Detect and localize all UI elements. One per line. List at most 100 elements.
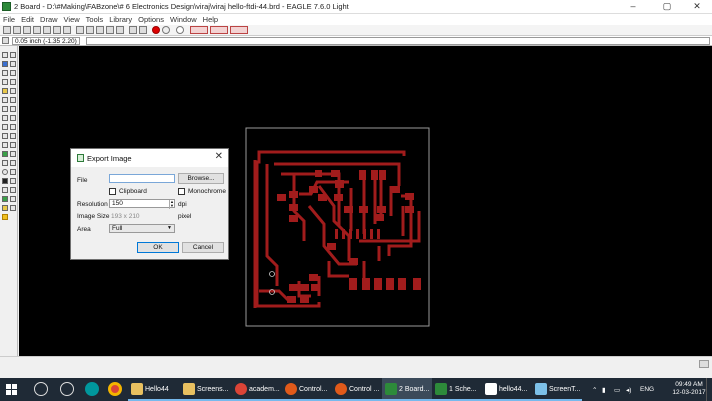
file-input[interactable] (109, 174, 175, 183)
chrome-icon[interactable] (108, 382, 122, 396)
cam-icon[interactable] (33, 26, 41, 34)
hole-tool-icon[interactable] (10, 187, 16, 193)
rect-tool-icon[interactable] (2, 178, 8, 184)
show-desktop-button[interactable] (706, 378, 712, 401)
save-icon[interactable] (13, 26, 21, 34)
area-select[interactable]: Full ▼ (109, 224, 175, 233)
undo-icon[interactable] (129, 26, 137, 34)
change-tool-icon[interactable] (10, 88, 16, 94)
autorouter-tool-icon[interactable] (10, 196, 16, 202)
monochrome-checkbox[interactable] (178, 188, 185, 195)
taskbar-item-screens[interactable]: Screens... (180, 378, 232, 401)
maximize-button[interactable]: ▢ (652, 0, 682, 14)
tray-chevron-icon[interactable]: ⌃ (592, 386, 597, 394)
stop-command-icon[interactable] (699, 360, 709, 368)
display-tool-icon[interactable] (2, 61, 8, 67)
volume-icon[interactable]: ◂) (626, 386, 631, 394)
line-tool-icon[interactable] (2, 160, 8, 166)
meander-tool-icon[interactable] (10, 133, 16, 139)
taskbar-item-control-1[interactable]: Control... (282, 378, 332, 401)
help-icon[interactable] (176, 26, 184, 34)
close-icon[interactable]: ✕ (215, 151, 223, 162)
ripup-tool-icon[interactable] (10, 142, 16, 148)
menu-tools[interactable]: Tools (83, 14, 107, 24)
browse-button[interactable]: Browse... (178, 173, 224, 184)
open-icon[interactable] (3, 26, 11, 34)
minimize-button[interactable]: – (618, 0, 648, 14)
drc-tool-icon[interactable] (2, 205, 8, 211)
cortana-icon[interactable] (34, 382, 48, 396)
smash-tool-icon[interactable] (10, 115, 16, 121)
warning-icon[interactable] (2, 214, 8, 220)
grid-icon[interactable] (2, 37, 9, 44)
rotate-tool-icon[interactable] (10, 79, 16, 85)
taskbar-clock[interactable]: 09:49 AM 12-03-2017 (669, 381, 709, 397)
optimize-tool-icon[interactable] (2, 133, 8, 139)
mirror-tool-icon[interactable] (2, 79, 8, 85)
language-indicator[interactable]: ENG (640, 386, 654, 393)
board-icon[interactable] (43, 26, 51, 34)
menu-window[interactable]: Window (167, 14, 200, 24)
close-window-button[interactable]: ✕ (682, 0, 712, 14)
network-icon[interactable]: ▮ (602, 386, 606, 394)
zoom-fit-icon[interactable] (76, 26, 84, 34)
taskbar-item-academy[interactable]: academ... (232, 378, 282, 401)
zoom-redraw-icon[interactable] (106, 26, 114, 34)
value-tool-icon[interactable] (2, 115, 8, 121)
wire-tool-icon[interactable] (2, 151, 8, 157)
ratsnest-tool-icon[interactable] (2, 196, 8, 202)
menu-options[interactable]: Options (135, 14, 167, 24)
show-tool-icon[interactable] (10, 52, 16, 58)
taskbar-item-control-2[interactable]: Control ... (332, 378, 382, 401)
taskbar-item-screentask[interactable]: ScreenT... (532, 378, 582, 401)
ulp-icon[interactable] (63, 26, 71, 34)
delete-tool-icon[interactable] (10, 97, 16, 103)
menu-library[interactable]: Library (106, 14, 135, 24)
name-tool-icon[interactable] (10, 106, 16, 112)
errors-tool-icon[interactable] (10, 205, 16, 211)
text-tool-icon[interactable] (10, 160, 16, 166)
menu-draw[interactable]: Draw (37, 14, 61, 24)
move-tool-icon[interactable] (2, 70, 8, 76)
zoom-out-icon[interactable] (96, 26, 104, 34)
stop-icon[interactable] (152, 26, 160, 34)
via-tool-icon[interactable] (2, 187, 8, 193)
menu-view[interactable]: View (61, 14, 83, 24)
route-tool-icon[interactable] (2, 142, 8, 148)
windows-start-icon[interactable] (6, 384, 17, 395)
taskbar-item-hello44[interactable]: Hello44 (128, 378, 180, 401)
arc-tool-icon[interactable] (10, 169, 16, 175)
print-icon[interactable] (23, 26, 31, 34)
resolution-input[interactable]: 150 ▲ ▼ (109, 199, 175, 209)
paste-tool-icon[interactable] (2, 97, 8, 103)
design-link-icon[interactable] (190, 26, 208, 34)
design-link-order-icon[interactable] (210, 26, 228, 34)
battery-icon[interactable]: ▭ (614, 386, 620, 394)
add-tool-icon[interactable] (2, 106, 8, 112)
taskbar-item-schematic[interactable]: 1 Sche... (432, 378, 482, 401)
arduino-icon[interactable] (85, 382, 99, 396)
info-tool-icon[interactable] (2, 52, 8, 58)
cancel-button[interactable]: Cancel (182, 242, 224, 253)
zoom-select-icon[interactable] (116, 26, 124, 34)
signal-tool-icon[interactable] (10, 151, 16, 157)
group-tool-icon[interactable] (2, 88, 8, 94)
menu-edit[interactable]: Edit (18, 14, 37, 24)
polygon-tool-icon[interactable] (10, 178, 16, 184)
redo-icon[interactable] (139, 26, 147, 34)
task-view-icon[interactable] (60, 382, 74, 396)
menu-file[interactable]: File (0, 14, 18, 24)
go-icon[interactable] (162, 26, 170, 34)
split-tool-icon[interactable] (10, 124, 16, 130)
resolution-spinner[interactable]: ▲ ▼ (169, 200, 174, 209)
taskbar-item-hello44-image[interactable]: hello44... (482, 378, 532, 401)
taskbar-item-board[interactable]: 2 Board... (382, 378, 432, 401)
zoom-in-icon[interactable] (86, 26, 94, 34)
clipboard-checkbox[interactable] (109, 188, 116, 195)
mark-tool-icon[interactable] (10, 61, 16, 67)
pcb-quote-icon[interactable] (230, 26, 248, 34)
command-line-input[interactable] (86, 37, 710, 45)
circle-tool-icon[interactable] (2, 169, 8, 175)
ok-button[interactable]: OK (137, 242, 179, 253)
script-icon[interactable] (53, 26, 61, 34)
